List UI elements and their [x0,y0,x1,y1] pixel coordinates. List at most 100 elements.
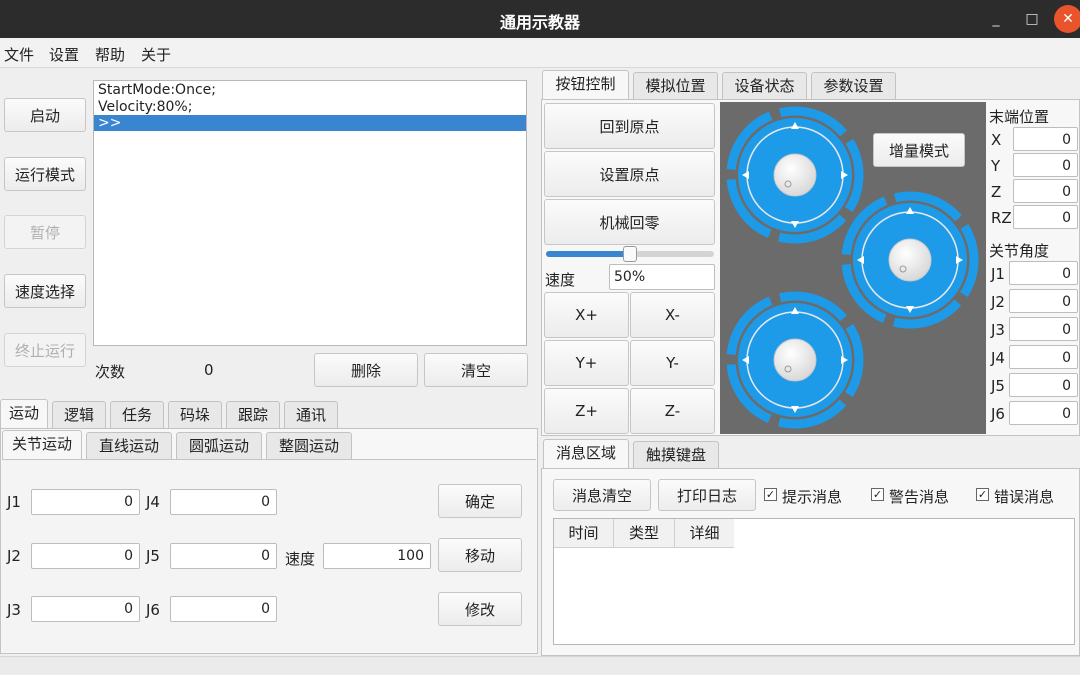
tab-button-control[interactable]: 按钮控制 [542,70,629,100]
x-minus-button[interactable]: X- [630,292,715,338]
tab-task[interactable]: 任务 [110,401,164,429]
end-position-title: 末端位置 [989,108,1050,126]
menu-settings[interactable]: 设置 [49,44,79,65]
end-rz-value[interactable]: 0 [1013,205,1078,229]
ja-j2-value[interactable]: 0 [1009,289,1078,313]
jog-speed-input[interactable]: 50% [609,264,715,290]
ja-j3-value[interactable]: 0 [1009,317,1078,341]
status-bar [0,656,1080,675]
tab-param-settings[interactable]: 参数设置 [811,72,896,100]
j2-input[interactable]: 0 [31,543,140,569]
menu-about[interactable]: 关于 [141,44,171,65]
warning-checkbox[interactable]: ✓ [871,488,884,501]
j1-input[interactable]: 0 [31,489,140,515]
joystick-right[interactable] [823,173,986,348]
ja-j4-value[interactable]: 0 [1009,345,1078,369]
col-detail[interactable]: 详细 [675,519,734,548]
x-plus-button[interactable]: X+ [544,292,629,338]
log-line: StartMode:Once; [98,82,216,98]
ja-j2-label: J2 [991,293,1005,311]
end-z-value[interactable]: 0 [1013,179,1078,203]
error-label: 错误消息 [994,488,1055,506]
tab-tracking[interactable]: 跟踪 [226,401,280,429]
count-value: 0 [204,361,214,379]
hint-checkbox[interactable]: ✓ [764,488,777,501]
j5-input[interactable]: 0 [170,543,277,569]
error-checkbox[interactable]: ✓ [976,488,989,501]
ja-j3-label: J3 [991,321,1005,339]
tab-device-status[interactable]: 设备状态 [722,72,807,100]
tab-circle-motion[interactable]: 整圆运动 [266,432,352,460]
y-minus-button[interactable]: Y- [630,340,715,386]
tab-logic[interactable]: 逻辑 [52,401,106,429]
minimize-button[interactable]: _ [982,5,1010,33]
y-label: Y [991,157,1001,175]
menu-file[interactable]: 文件 [4,44,34,65]
tab-touch-keyboard[interactable]: 触摸键盘 [633,441,719,469]
tab-arc-motion[interactable]: 圆弧运动 [176,432,262,460]
speed-slider[interactable] [546,246,714,262]
rz-label: RZ [991,209,1012,227]
speed-label: 速度 [285,550,316,568]
j4-label: J4 [146,493,160,511]
ja-j5-label: J5 [991,377,1005,395]
j1-label: J1 [7,493,21,511]
mechanical-home-button[interactable]: 机械回零 [544,199,715,245]
tab-communication[interactable]: 通讯 [284,401,338,429]
speed-slider-handle[interactable] [623,246,637,262]
incremental-mode-button[interactable]: 增量模式 [873,133,965,167]
program-log[interactable]: StartMode:Once; Velocity:80%; >> [93,80,527,346]
j6-label: J6 [146,601,160,619]
j6-input[interactable]: 0 [170,596,277,622]
col-type[interactable]: 类型 [614,519,675,548]
speed-input[interactable]: 100 [323,543,431,569]
menu-bar: 文件 设置 帮助 关于 [0,38,1080,68]
j2-label: J2 [7,547,21,565]
message-table[interactable]: 时间 类型 详细 [553,518,1075,645]
speed-slider-fill [546,251,630,257]
j4-input[interactable]: 0 [170,489,277,515]
speed-select-button[interactable]: 速度选择 [4,274,86,308]
y-plus-button[interactable]: Y+ [544,340,629,386]
title-bar: 通用示教器 _ □ ✕ [0,0,1080,38]
maximize-button[interactable]: □ [1018,5,1046,33]
message-table-header: 时间 类型 详细 [554,519,734,548]
confirm-button[interactable]: 确定 [438,484,522,518]
z-minus-button[interactable]: Z- [630,388,715,434]
clear-messages-button[interactable]: 消息清空 [553,479,651,511]
end-y-value[interactable]: 0 [1013,153,1078,177]
print-log-button[interactable]: 打印日志 [658,479,756,511]
move-button[interactable]: 移动 [438,538,522,572]
tab-palletizing[interactable]: 码垛 [168,401,222,429]
tab-message-area[interactable]: 消息区域 [543,439,629,469]
stop-run-button[interactable]: 终止运行 [4,333,86,367]
tab-motion[interactable]: 运动 [0,399,48,429]
menu-help[interactable]: 帮助 [95,44,125,65]
ja-j6-value[interactable]: 0 [1009,401,1078,425]
ja-j5-value[interactable]: 0 [1009,373,1078,397]
clear-button[interactable]: 清空 [424,353,528,387]
run-mode-button[interactable]: 运行模式 [4,157,86,191]
delete-button[interactable]: 删除 [314,353,418,387]
window-title: 通用示教器 [499,13,580,32]
home-button[interactable]: 回到原点 [544,103,715,149]
modify-button[interactable]: 修改 [438,592,522,626]
count-label: 次数 [95,363,126,381]
tab-joint-motion[interactable]: 关节运动 [2,430,82,460]
ja-j1-value[interactable]: 0 [1009,261,1078,285]
tab-sim-position[interactable]: 模拟位置 [633,72,718,100]
col-time[interactable]: 时间 [554,519,614,548]
joint-angle-title: 关节角度 [989,242,1050,260]
set-home-button[interactable]: 设置原点 [544,151,715,197]
log-line-selected[interactable]: >> [94,115,526,131]
z-plus-button[interactable]: Z+ [544,388,629,434]
tab-linear-motion[interactable]: 直线运动 [86,432,172,460]
j3-input[interactable]: 0 [31,596,140,622]
close-button[interactable]: ✕ [1054,5,1080,33]
ja-j4-label: J4 [991,349,1005,367]
ja-j1-label: J1 [991,265,1005,283]
start-button[interactable]: 启动 [4,98,86,132]
x-label: X [991,131,1002,149]
pause-button[interactable]: 暂停 [4,215,86,249]
end-x-value[interactable]: 0 [1013,127,1078,151]
